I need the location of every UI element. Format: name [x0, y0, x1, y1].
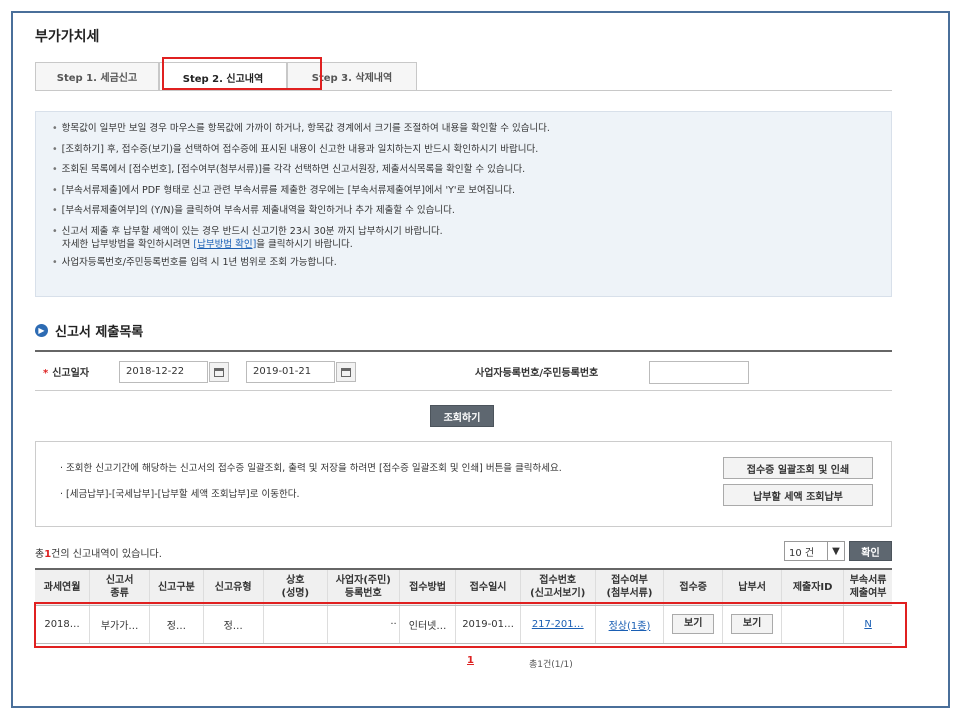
notice-line: • [부속서류제출여부]의 (Y/N)을 클릭하여 부속서류 제출내역을 확인하거… [52, 205, 455, 216]
date-to-input[interactable]: 2019-01-21 [246, 361, 335, 383]
chevron-down-icon: ▼ [827, 542, 844, 560]
notice-line: • 항목값이 일부만 보일 경우 마우스를 항목값에 가까이 하거나, 항목값 경… [52, 123, 550, 134]
table-header-row: 과세연월 신고서 종류 신고구분 신고유형 상호 (성명) 사업자(주민) 등록번호 … [35, 568, 892, 606]
search-button[interactable]: 조회하기 [430, 405, 494, 427]
highlight-tab-box [162, 57, 322, 90]
section-title: 신고서 제출목록 [55, 325, 144, 340]
section-header: ▶ 신고서 제출목록 [35, 321, 143, 340]
col-header: 제출자ID [781, 568, 844, 606]
notice-line: • 신고서 제출 후 납부할 세액이 있는 경우 반드시 신고기한 23시 30분… [52, 225, 443, 250]
receipt-batch-button[interactable]: 접수증 일괄조회 및 인쇄 [723, 457, 873, 479]
biz-number-label: 사업자등록번호/주민등록번호 [475, 368, 599, 379]
payment-method-link[interactable]: [납부방법 확인] [193, 239, 256, 250]
page-size-select[interactable]: 10 건 ▼ [784, 541, 845, 561]
info-box: · 조회한 신고기간에 해당하는 신고서의 접수증 일괄조회, 출력 및 저장을… [35, 441, 892, 527]
col-header: 과세연월 [35, 568, 90, 606]
tab-divider [35, 90, 892, 91]
col-header: 신고서 종류 [89, 568, 150, 606]
tab-step1[interactable]: Step 1. 세금신고 [35, 62, 159, 90]
col-header: 납부서 [722, 568, 782, 606]
highlight-row-box [34, 602, 907, 648]
col-header: 접수방법 [398, 568, 456, 606]
col-header: 접수일시 [455, 568, 521, 606]
date-from-input[interactable]: 2018-12-22 [119, 361, 208, 383]
col-header: 상호 (성명) [262, 568, 328, 606]
page-link-current[interactable]: 1 [467, 655, 474, 666]
info-line: · [세금납부]-[국세납부]-[납부할 세액 조회납부]로 이동한다. [60, 489, 300, 500]
calendar-icon[interactable] [209, 362, 229, 382]
result-count: 총1건의 신고내역이 있습니다. [35, 549, 162, 560]
notice-line: • 조회된 목록에서 [접수번호], [접수여부(첨부서류)]를 각각 선택하면 … [52, 164, 526, 175]
biz-number-input[interactable] [649, 361, 749, 384]
notice-line: • [조회하기] 후, 접수증(보기)을 선택하여 접수증에 표시된 내용이 신고… [52, 143, 539, 155]
search-panel: *신고일자 2018-12-22 ~ 2019-01-21 사업자등록번호/주민… [35, 350, 892, 391]
notice-line: • [부속서류제출]에서 PDF 형태로 신고 관련 부속서류를 제출한 경우에는… [52, 184, 516, 196]
col-header: 접수번호 (신고서보기) [519, 568, 596, 606]
arrow-circle-icon: ▶ [35, 324, 48, 337]
info-line: · 조회한 신고기간에 해당하는 신고서의 접수증 일괄조회, 출력 및 저장을… [60, 463, 562, 474]
notice-line: • 사업자등록번호/주민등록번호를 입력 시 1년 범위로 조회 가능합니다. [52, 256, 337, 268]
col-header: 사업자(주민) 등록번호 [326, 568, 400, 606]
notice-box: • 항목값이 일부만 보일 경우 마우스를 항목값에 가까이 하거나, 항목값 경… [35, 111, 892, 297]
confirm-button[interactable]: 확인 [849, 541, 892, 561]
col-header: 신고구분 [149, 568, 204, 606]
date-label: * 신고일자 [43, 368, 90, 379]
page-info: 총1건(1/1) [529, 660, 573, 670]
tax-payment-button[interactable]: 납부할 세액 조회납부 [723, 484, 873, 506]
col-header: 부속서류 제출여부 [843, 568, 892, 606]
col-header: 신고유형 [202, 568, 264, 606]
calendar-icon[interactable] [336, 362, 356, 382]
col-header: 접수여부 (첨부서류) [594, 568, 664, 606]
page-title: 부가가치세 [35, 29, 100, 45]
col-header: 접수증 [663, 568, 723, 606]
